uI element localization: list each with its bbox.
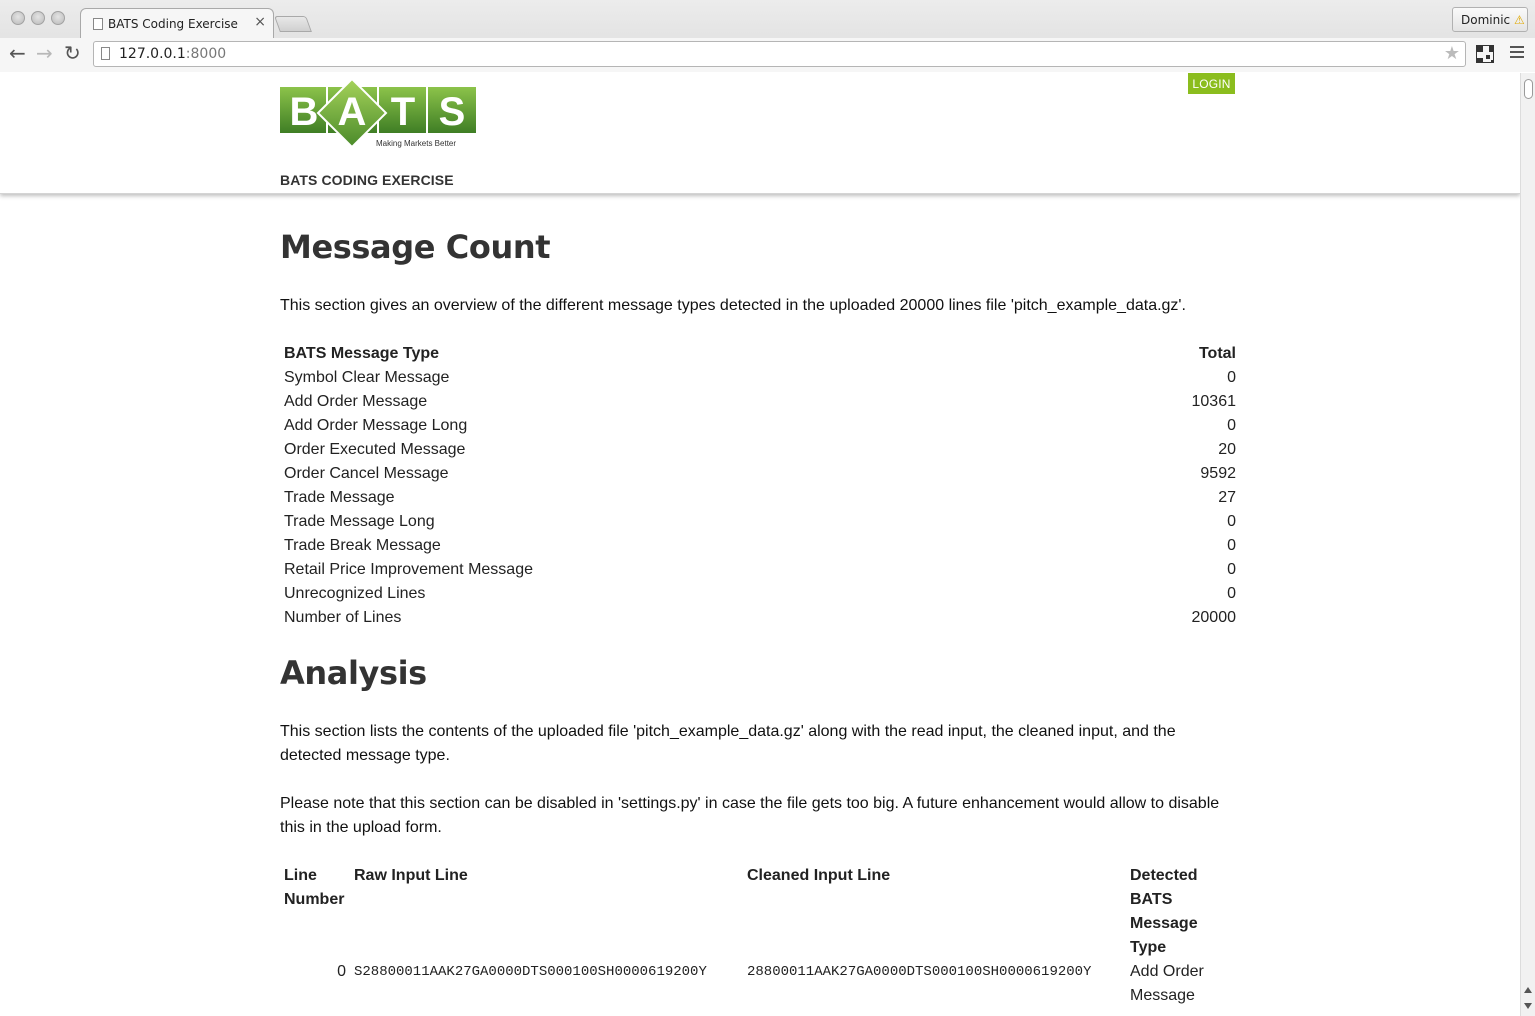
message-total-cell: 0 bbox=[1227, 369, 1236, 386]
message-type-cell: Order Cancel Message bbox=[284, 465, 449, 482]
message-total-cell: 0 bbox=[1227, 537, 1236, 554]
message-total-cell: 27 bbox=[1218, 489, 1236, 506]
message-type-cell: Number of Lines bbox=[284, 609, 402, 626]
back-arrow-icon[interactable]: ← bbox=[9, 43, 26, 63]
table-row: Retail Price Improvement Message 0 bbox=[280, 558, 1240, 582]
message-type-cell: Trade Message Long bbox=[284, 513, 435, 530]
message-count-table: BATS Message Type Total Symbol Clear Mes… bbox=[280, 342, 1240, 630]
minimize-window-button[interactable] bbox=[31, 11, 45, 25]
url-text: 127.0.0.1:8000 bbox=[119, 46, 227, 62]
message-count-heading: Message Count bbox=[280, 228, 551, 266]
menu-icon[interactable] bbox=[1510, 46, 1524, 60]
site-title[interactable]: BATS CODING EXERCISE bbox=[280, 172, 454, 188]
message-total-cell: 0 bbox=[1227, 585, 1236, 602]
col-header-total: Total bbox=[1198, 345, 1236, 362]
message-type-cell: Add Order Message bbox=[284, 393, 428, 410]
browser-chrome: BATS Coding Exercise × Dominic ⚠ ← → ↻ 1… bbox=[0, 0, 1535, 72]
bookmark-star-icon[interactable]: ★ bbox=[1444, 43, 1460, 64]
table-row: Symbol Clear Message 0 bbox=[280, 366, 1240, 390]
line-number-cell: 0 bbox=[337, 963, 346, 980]
close-tab-icon[interactable]: × bbox=[254, 14, 266, 30]
forward-arrow-icon[interactable]: → bbox=[36, 43, 53, 63]
raw-input-cell: S28800011AAK27GA0000DTS000100SH000061920… bbox=[354, 964, 707, 980]
message-total-cell: 0 bbox=[1227, 417, 1236, 434]
new-tab-button[interactable] bbox=[274, 16, 312, 32]
table-header-row: Line Number Raw Input Line Cleaned Input… bbox=[280, 864, 1240, 960]
table-row: Trade Break Message 0 bbox=[280, 534, 1240, 558]
qr-code-icon[interactable] bbox=[1476, 45, 1494, 63]
message-total-cell: 20000 bbox=[1191, 609, 1237, 626]
page-icon bbox=[101, 47, 110, 60]
analysis-intro: This section lists the contents of the u… bbox=[280, 723, 1176, 764]
table-row: Trade Message Long 0 bbox=[280, 510, 1240, 534]
tab-title: BATS Coding Exercise bbox=[108, 17, 238, 31]
site-header: B A T S Making Markets Better LOGIN BATS… bbox=[0, 73, 1520, 194]
message-total-cell: 20 bbox=[1218, 441, 1236, 458]
message-type-cell: Symbol Clear Message bbox=[284, 369, 450, 386]
message-type-cell: Add Order Message Long bbox=[284, 417, 468, 434]
message-type-cell: Trade Break Message bbox=[284, 537, 441, 554]
message-type-cell: Retail Price Improvement Message bbox=[284, 561, 533, 578]
warning-icon: ⚠ bbox=[1513, 13, 1525, 27]
table-row: Trade Message 27 bbox=[280, 486, 1240, 510]
logo-tagline: Making Markets Better bbox=[376, 139, 456, 148]
message-total-cell: 9592 bbox=[1200, 465, 1236, 482]
table-row: Order Executed Message 20 bbox=[280, 438, 1240, 462]
logo-letter-b: B bbox=[290, 90, 319, 134]
scroll-up-arrow-icon[interactable] bbox=[1524, 987, 1532, 993]
message-total-cell: 0 bbox=[1227, 513, 1236, 530]
detected-type-cell: Add Order Message bbox=[1130, 963, 1204, 1004]
analysis-note: Please note that this section can be dis… bbox=[280, 795, 1220, 836]
analysis-heading: Analysis bbox=[280, 654, 427, 692]
page-icon bbox=[93, 18, 103, 30]
scroll-down-arrow-icon[interactable] bbox=[1524, 1003, 1532, 1009]
analysis-table: Line Number Raw Input Line Cleaned Input… bbox=[280, 864, 1240, 1008]
page-viewport: B A T S Making Markets Better LOGIN BATS… bbox=[0, 73, 1520, 1016]
table-row: Unrecognized Lines 0 bbox=[280, 582, 1240, 606]
table-row: Order Cancel Message 9592 bbox=[280, 462, 1240, 486]
message-type-cell: Unrecognized Lines bbox=[284, 585, 426, 602]
login-button[interactable]: LOGIN bbox=[1188, 73, 1235, 94]
vertical-scrollbar[interactable] bbox=[1520, 73, 1535, 1016]
logo-letter-a: A bbox=[338, 90, 367, 134]
table-row: Add Order Message Long 0 bbox=[280, 414, 1240, 438]
zoom-window-button[interactable] bbox=[51, 11, 65, 25]
message-count-intro: This section gives an overview of the di… bbox=[280, 297, 1186, 314]
table-row: 0 S28800011AAK27GA0000DTS000100SH00006192… bbox=[280, 960, 1240, 1008]
message-type-cell: Trade Message bbox=[284, 489, 395, 506]
close-window-button[interactable] bbox=[11, 11, 25, 25]
col-header-type: BATS Message Type bbox=[284, 345, 440, 362]
col-header-cleaned-input: Cleaned Input Line bbox=[747, 867, 891, 884]
browser-tab-active[interactable]: BATS Coding Exercise × bbox=[80, 8, 274, 38]
col-header-raw-input: Raw Input Line bbox=[354, 867, 468, 884]
col-header-detected-type: Detected BATS Message Type bbox=[1130, 867, 1198, 956]
profile-button[interactable]: Dominic ⚠ bbox=[1452, 7, 1528, 32]
message-total-cell: 10361 bbox=[1191, 393, 1237, 410]
col-header-line-number: Line Number bbox=[284, 867, 345, 908]
cleaned-input-cell: 28800011AAK27GA0000DTS000100SH0000619200… bbox=[747, 964, 1092, 980]
table-row: Number of Lines 20000 bbox=[280, 606, 1240, 630]
profile-name: Dominic bbox=[1461, 13, 1511, 27]
table-row: Add Order Message 10361 bbox=[280, 390, 1240, 414]
table-header-row: BATS Message Type Total bbox=[280, 342, 1240, 366]
logo-letter-s: S bbox=[439, 90, 466, 134]
scrollbar-thumb[interactable] bbox=[1524, 79, 1533, 99]
bats-logo[interactable]: B A T S Making Markets Better bbox=[280, 79, 480, 151]
message-total-cell: 0 bbox=[1227, 561, 1236, 578]
reload-icon[interactable]: ↻ bbox=[64, 43, 81, 63]
logo-letter-t: T bbox=[391, 90, 415, 134]
message-type-cell: Order Executed Message bbox=[284, 441, 466, 458]
address-bar[interactable]: 127.0.0.1:8000 ★ bbox=[93, 41, 1466, 67]
